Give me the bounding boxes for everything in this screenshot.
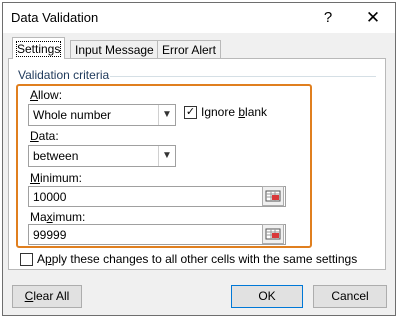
ignore-blank-label: Ignore blank [201,105,268,119]
data-label: Data: [30,129,59,143]
validation-criteria-title: Validation criteria [18,68,110,82]
close-icon[interactable]: ✕ [363,8,383,28]
tab-error-alert-label: Error Alert [162,43,217,57]
collapse-dialog-icon [265,228,281,240]
ok-button[interactable]: OK [231,285,303,308]
tab-settings-label: Settings [15,41,62,57]
minimum-range-picker[interactable] [262,186,284,206]
clear-all-button[interactable]: Clear All [12,285,82,308]
allow-select-value: Whole number [33,108,112,122]
maximum-input[interactable]: 99999 [28,224,286,245]
chevron-down-icon[interactable]: ▼ [158,105,175,125]
group-divider [110,76,376,77]
dialog-title: Data Validation [11,10,99,25]
data-select-value: between [33,149,79,163]
ignore-blank-checkbox[interactable]: ✓ [184,106,197,119]
tab-input-message-label: Input Message [75,43,154,57]
maximum-range-picker[interactable] [262,224,284,244]
collapse-dialog-icon [265,190,281,202]
minimum-label: Minimum: [30,171,83,185]
maximum-label: Maximum: [30,210,86,224]
chevron-down-icon[interactable]: ▼ [158,146,175,166]
tab-input-message[interactable]: Input Message [70,40,159,59]
cancel-button[interactable]: Cancel [313,285,387,308]
data-select[interactable]: between ▼ [28,145,176,167]
help-icon[interactable]: ? [319,8,337,28]
tab-settings[interactable]: Settings [12,37,66,59]
apply-to-all-checkbox[interactable] [20,253,33,266]
apply-to-all-label: Apply these changes to all other cells w… [37,252,358,266]
maximum-value: 99999 [33,228,67,242]
title-bar: Data Validation ? ✕ [3,3,395,33]
tab-error-alert[interactable]: Error Alert [157,40,222,59]
allow-label: Allow: [30,88,63,102]
minimum-input[interactable]: 10000 [28,186,286,207]
minimum-value: 10000 [33,190,67,204]
allow-select[interactable]: Whole number ▼ [28,104,176,126]
